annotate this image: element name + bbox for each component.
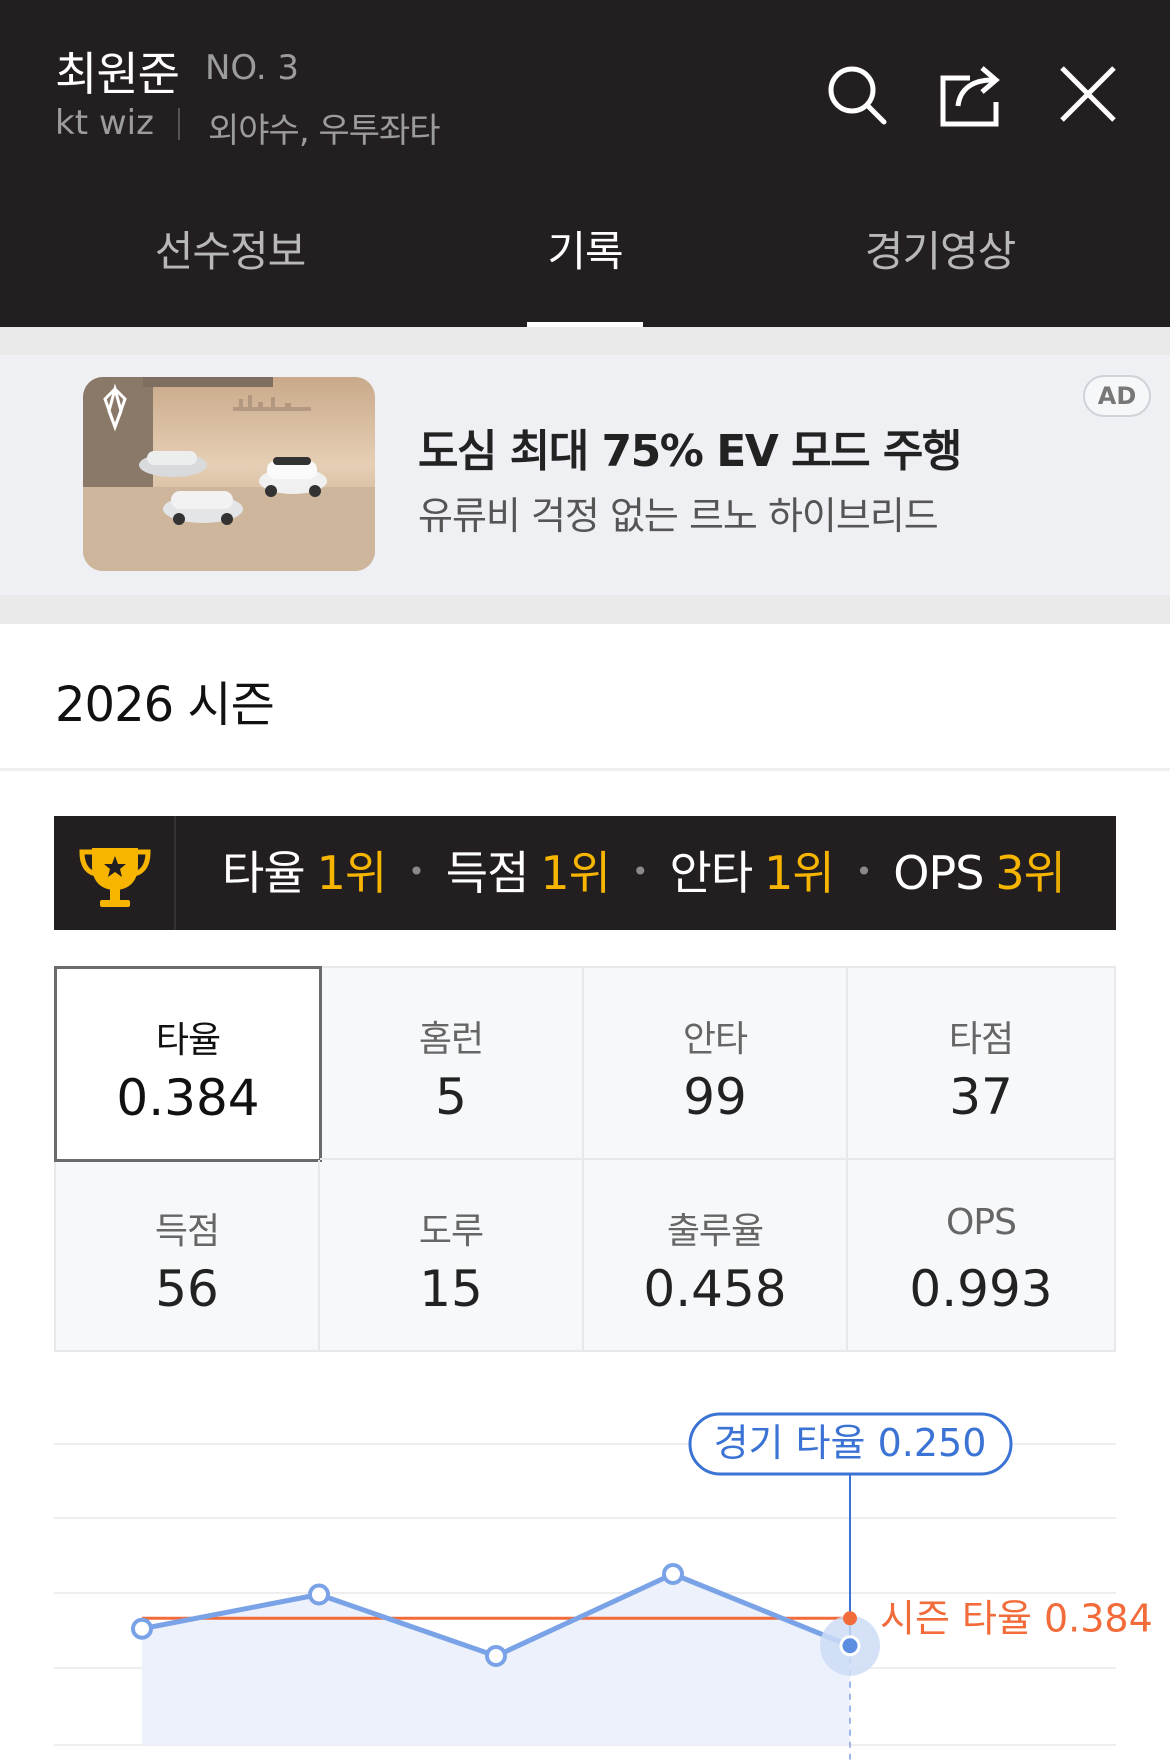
rank-separator: •: [408, 855, 424, 888]
stat-value: 15: [419, 1260, 483, 1318]
stat-label: 출루율: [666, 1211, 764, 1252]
ad-badge[interactable]: AD: [1083, 375, 1151, 417]
stat-value: 99: [683, 1068, 747, 1126]
header-divider: [178, 108, 180, 140]
player-position: 외야수, 우투좌타: [208, 111, 441, 151]
rank-separator: •: [631, 855, 648, 888]
tooltip-bubble: 경기 타율 0.250: [688, 1412, 1013, 1476]
tab-bar: 선수정보 기록 경기영상: [0, 190, 1170, 327]
rank-label: OPS: [893, 846, 984, 900]
season-divider: [0, 768, 1170, 771]
stat-cell-avg[interactable]: 타율 0.384: [54, 966, 322, 1162]
player-number: NO. 3: [205, 48, 300, 88]
stat-label: 타율: [155, 1020, 221, 1061]
stat-value: 56: [155, 1260, 219, 1318]
stat-label: 안타: [682, 1019, 748, 1060]
rank-value: 1위: [764, 846, 835, 900]
player-team: kt wiz: [55, 103, 154, 143]
rank-item: OPS 3위: [893, 846, 1066, 900]
stat-cell-hits[interactable]: 안타 99: [584, 968, 848, 1160]
stat-cell-hr[interactable]: 홈런 5: [320, 968, 584, 1160]
ad-headline[interactable]: 도심 최대 75% EV 모드 주행: [418, 415, 962, 479]
season-title: 2026 시즌: [55, 677, 275, 733]
stat-value: 0.458: [643, 1260, 787, 1318]
rank-fade: [1054, 816, 1116, 930]
stat-label: 도루: [418, 1211, 484, 1252]
data-point[interactable]: [839, 1635, 861, 1657]
stat-label: 득점: [154, 1211, 220, 1252]
ad-image[interactable]: [83, 377, 375, 571]
data-point[interactable]: [485, 1645, 507, 1667]
ranking-bar[interactable]: 타율 1위 • 득점 1위 • 안타 1위 • OPS 3위: [54, 816, 1116, 930]
tooltip-text: 경기 타율 0.250: [714, 1421, 987, 1465]
rank-label: 안타: [669, 846, 754, 900]
stat-cell-runs[interactable]: 득점 56: [56, 1160, 320, 1352]
data-point[interactable]: [662, 1563, 684, 1585]
stat-label: OPS: [946, 1202, 1017, 1243]
stats-grid: 타율 0.384 홈런 5 안타 99 타점 37 득점 56 도루 15 출루…: [54, 966, 1116, 1352]
rank-item: 안타 1위: [669, 846, 835, 900]
stat-value: 0.993: [909, 1260, 1053, 1318]
trophy-icon: [54, 816, 176, 930]
ad-subtext[interactable]: 유류비 걱정 없는 르노 하이브리드: [418, 485, 939, 540]
stat-value: 37: [949, 1068, 1013, 1126]
rank-label: 득점: [445, 846, 530, 900]
ranking-list: 타율 1위 • 득점 1위 • 안타 1위 • OPS 3위: [222, 816, 1066, 930]
data-point[interactable]: [308, 1583, 330, 1606]
data-point[interactable]: [131, 1617, 153, 1640]
batting-avg-chart[interactable]: 경기 타율 0.250 시즌 타율 0.384: [0, 1400, 1170, 1764]
stat-cell-rbi[interactable]: 타점 37: [848, 968, 1114, 1160]
rank-item: 타율 1위: [222, 846, 388, 900]
stat-cell-obp[interactable]: 출루율 0.458: [584, 1160, 848, 1352]
rank-item: 득점 1위: [445, 846, 611, 900]
search-icon[interactable]: [820, 58, 892, 130]
stat-value: 5: [435, 1068, 467, 1126]
stat-label: 타점: [948, 1019, 1014, 1060]
close-icon[interactable]: [1052, 58, 1124, 130]
tab-game-video[interactable]: 경기영상: [802, 190, 1078, 327]
rank-separator: •: [855, 855, 872, 888]
stat-label: 홈런: [418, 1019, 484, 1060]
rank-value: 1위: [316, 846, 388, 900]
rank-label: 타율: [222, 846, 306, 900]
share-icon[interactable]: [936, 58, 1008, 130]
player-name: 최원준: [55, 47, 180, 101]
stat-value: 0.384: [116, 1069, 260, 1127]
tab-records[interactable]: 기록: [447, 190, 723, 327]
season-avg-marker: [843, 1611, 857, 1626]
player-header: 최원준 NO. 3 kt wiz 외야수, 우투좌타: [0, 0, 1170, 190]
ad-banner[interactable]: 도심 최대 75% EV 모드 주행 유류비 걱정 없는 르노 하이브리드 AD: [0, 355, 1170, 595]
chart-svg: 경기 타율 0.250 시즌 타율 0.384: [54, 1412, 1153, 1764]
season-avg-label: 시즌 타율 0.384: [880, 1596, 1153, 1640]
stat-cell-sb[interactable]: 도루 15: [320, 1160, 584, 1352]
rank-value: 1위: [540, 846, 611, 900]
ad-section: 도심 최대 75% EV 모드 주행 유류비 걱정 없는 르노 하이브리드 AD: [0, 327, 1170, 624]
stat-cell-ops[interactable]: OPS 0.993: [848, 1160, 1114, 1352]
tab-player-info[interactable]: 선수정보: [92, 190, 368, 327]
